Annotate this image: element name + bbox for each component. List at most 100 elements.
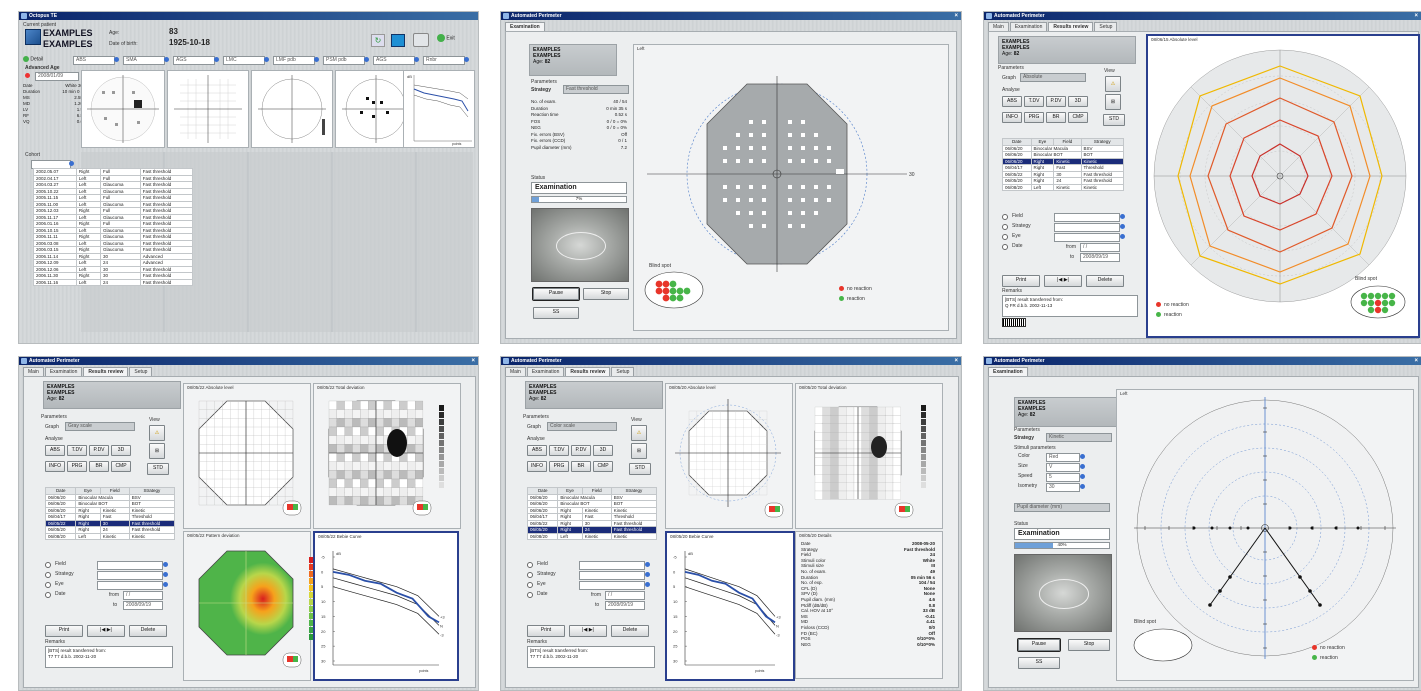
table-row[interactable]: 2006.10.15 Left Glaucoma Fast threshold (33, 226, 194, 234)
dropdown-arrow-icon[interactable] (163, 572, 168, 577)
exam-history-table[interactable]: 2002.05.07 Right Full Fast threshold 2002.04… (33, 168, 194, 286)
strategy-select[interactable]: Fast threshold (563, 85, 629, 94)
filter-select[interactable] (1054, 233, 1120, 242)
delete-button[interactable]: Delete (129, 625, 167, 637)
std-button[interactable]: STD (147, 463, 169, 475)
analyse-button[interactable]: PRG (1024, 112, 1044, 123)
pause-button[interactable]: Pause (1017, 638, 1061, 652)
analyse-button[interactable]: 3D (593, 445, 613, 456)
tab-results-review[interactable]: Results review (83, 367, 129, 376)
ss-button[interactable]: SS (1018, 657, 1060, 669)
stim-param-field[interactable]: V (1046, 463, 1080, 472)
analyse-button[interactable]: BR (571, 461, 591, 472)
tab-examination[interactable]: Examination (1009, 22, 1048, 31)
analyse-button[interactable]: P.DV (89, 445, 109, 456)
print-button[interactable]: Print (45, 625, 83, 637)
remove-icon[interactable] (25, 73, 30, 78)
graph-select[interactable]: Gray scale (65, 422, 135, 431)
delete-button[interactable]: Delete (1086, 275, 1124, 287)
dropdown-arrow-icon[interactable] (1080, 484, 1085, 489)
date-field[interactable]: 2008/01/09 (35, 72, 79, 81)
dropdown-arrow-icon[interactable] (1120, 214, 1125, 219)
analyse-button[interactable]: P.DV (1046, 96, 1066, 107)
exam-list-table[interactable]: Date Eye Field Strategy 06/06/20 Binocular Ma… (1002, 138, 1125, 191)
warning-view-button[interactable]: ⚠ (1105, 76, 1121, 92)
filter-select[interactable] (579, 581, 645, 590)
cohort-dropdown-icon[interactable] (69, 161, 74, 166)
filter-select[interactable] (97, 581, 163, 590)
filter-select[interactable] (1054, 223, 1120, 232)
analyse-button[interactable]: 3D (111, 445, 131, 456)
filter-checkbox[interactable] (527, 582, 533, 588)
filter-select[interactable] (97, 571, 163, 580)
dropdown-arrow-icon[interactable] (163, 562, 168, 567)
from-date-field[interactable]: / / (1080, 243, 1120, 252)
filter-checkbox[interactable] (1002, 224, 1008, 230)
analyse-button[interactable]: CMP (1068, 112, 1088, 123)
analysis-dropdown[interactable]: AGS (373, 56, 415, 65)
analyse-button[interactable]: 3D (1068, 96, 1088, 107)
filter-select[interactable] (579, 571, 645, 580)
graph-select[interactable]: Color scale (547, 422, 617, 431)
dropdown-arrow-icon[interactable] (645, 572, 650, 577)
analyse-button[interactable]: T.DV (1024, 96, 1044, 107)
analysis-dropdown[interactable]: ABS (73, 56, 115, 65)
prev-next-button[interactable]: |◀ ▶| (569, 625, 607, 637)
analyse-button[interactable]: ABS (527, 445, 547, 456)
detail-radio[interactable]: Detail (23, 56, 43, 62)
warning-view-button[interactable]: ⚠ (149, 425, 165, 441)
analysis-dropdown[interactable]: LMC (223, 56, 265, 65)
close-icon[interactable]: × (954, 357, 958, 365)
stim-param-field[interactable]: 5 (1046, 473, 1080, 482)
stop-button[interactable]: Stop (1068, 639, 1110, 651)
to-date-field[interactable]: 2008/09/19 (123, 601, 163, 610)
filter-checkbox[interactable] (45, 592, 51, 598)
filter-select[interactable] (579, 561, 645, 570)
analyse-button[interactable]: INFO (527, 461, 547, 472)
table-row[interactable]: 06/08/20 Left Kinetic Kinetic (44, 532, 176, 540)
grid-view-button[interactable]: ⊞ (149, 443, 165, 459)
to-date-field[interactable]: 2008/09/19 (605, 601, 645, 610)
analysis-dropdown[interactable]: SMA (123, 56, 165, 65)
printer-icon[interactable] (413, 33, 429, 47)
std-button[interactable]: STD (629, 463, 651, 475)
dropdown-arrow-icon[interactable] (1080, 454, 1085, 459)
graph-select[interactable]: Absolute (1020, 73, 1086, 82)
analyse-button[interactable]: INFO (45, 461, 65, 472)
tab-main[interactable]: Main (988, 22, 1009, 31)
analysis-dropdown[interactable]: LMF pdb (273, 56, 315, 65)
dropdown-arrow-icon[interactable] (1120, 224, 1125, 229)
filter-select[interactable] (1054, 213, 1120, 222)
dropdown-arrow-icon[interactable] (1080, 464, 1085, 469)
analyse-button[interactable]: PRG (549, 461, 569, 472)
print-button[interactable]: Print (1002, 275, 1040, 287)
analysis-dropdown[interactable]: Rnbr (423, 56, 465, 65)
filter-checkbox[interactable] (45, 582, 51, 588)
table-row[interactable]: 2006.03.08 Left Glaucoma Fast threshold (33, 239, 194, 247)
filter-checkbox[interactable] (527, 562, 533, 568)
prev-next-button[interactable]: |◀ ▶| (1044, 275, 1082, 287)
analyse-button[interactable]: PRG (67, 461, 87, 472)
tab-setup[interactable]: Setup (129, 367, 153, 376)
table-row[interactable]: 06/08/20 Left Kinetic Kinetic (1002, 183, 1125, 191)
analyse-button[interactable]: BR (89, 461, 109, 472)
filter-checkbox[interactable] (1002, 234, 1008, 240)
analyse-button[interactable]: CMP (111, 461, 131, 472)
tab-main[interactable]: Main (505, 367, 526, 376)
analysis-dropdown[interactable]: AGS (173, 56, 215, 65)
print-button[interactable]: Print (527, 625, 565, 637)
grid-view-button[interactable]: ⊞ (1105, 94, 1121, 110)
tab-results-review[interactable]: Results review (565, 367, 611, 376)
tab-examination[interactable]: Examination (526, 367, 565, 376)
analyse-button[interactable]: INFO (1002, 112, 1022, 123)
tab-results-review[interactable]: Results review (1048, 22, 1094, 31)
tab-examination[interactable]: Examination (988, 367, 1028, 376)
filter-select[interactable] (97, 561, 163, 570)
exam-list-table[interactable]: Date Eye Field Strategy 06/06/20 Binocular Ma… (526, 487, 658, 540)
filter-checkbox[interactable] (1002, 244, 1008, 250)
pupil-diameter-field[interactable]: Pupil diameter (mm) (1014, 503, 1110, 512)
stop-button[interactable]: Stop (583, 288, 629, 300)
table-row[interactable]: 06/08/20 Left Kinetic Kinetic (526, 532, 658, 540)
tab-setup[interactable]: Setup (611, 367, 635, 376)
analyse-button[interactable]: ABS (45, 445, 65, 456)
